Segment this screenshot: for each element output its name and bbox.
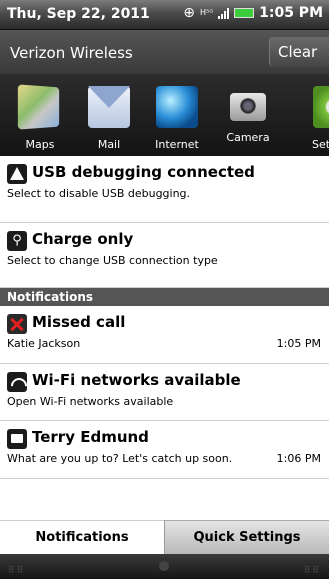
wifi-icon <box>7 372 27 392</box>
wifi-available-item[interactable]: Wi-Fi networks available Open Wi-Fi netw… <box>0 364 329 421</box>
app-label: Mail <box>97 138 121 151</box>
clear-button[interactable]: Clear <box>269 37 329 67</box>
app-label: Setti <box>312 138 329 151</box>
status-date: Thu, Sep 22, 2011 <box>7 6 150 22</box>
app-camera[interactable]: Camera <box>216 80 280 144</box>
message-item[interactable]: Terry Edmund What are you up to? Let's c… <box>0 421 329 479</box>
usb-debugging-icon <box>7 164 27 184</box>
item-title: Wi-Fi networks available <box>32 371 241 389</box>
tab-quick-settings[interactable]: Quick Settings <box>164 520 329 554</box>
mail-icon <box>88 86 130 128</box>
item-title: Terry Edmund <box>32 428 149 446</box>
app-shortcuts: Maps Mail Internet Camera Setti <box>0 74 329 156</box>
tab-bar: Notifications Quick Settings <box>0 520 329 554</box>
app-mail[interactable]: Mail <box>77 80 141 151</box>
tab-notifications[interactable]: Notifications <box>0 520 164 554</box>
item-title: Missed call <box>32 313 126 331</box>
status-icons: ⊕ H⁵ᴳ 1:05 PM <box>183 5 323 21</box>
missed-call-icon <box>7 314 27 334</box>
battery-icon <box>234 8 255 18</box>
item-title: Charge only <box>32 230 134 248</box>
settings-icon <box>313 86 329 128</box>
charge-only-item[interactable]: ⚲ Charge only Select to change USB conne… <box>0 223 329 288</box>
status-bar: Thu, Sep 22, 2011 ⊕ H⁵ᴳ 1:05 PM <box>0 0 329 30</box>
carrier-bar: Verizon Wireless Clear <box>0 30 329 74</box>
panel-drag-handle[interactable]: ⠿⠿ ⠿⠿ <box>0 554 329 579</box>
item-subtitle: Select to disable USB debugging. <box>7 187 191 200</box>
carrier-name: Verizon Wireless <box>10 44 133 62</box>
item-subtitle: Select to change USB connection type <box>7 254 218 267</box>
handle-knob-icon <box>159 561 169 571</box>
hsdpa-icon: H⁵ᴳ <box>199 8 214 17</box>
usb-debugging-item[interactable]: USB debugging connected Select to disabl… <box>0 156 329 223</box>
item-subtitle: Open Wi-Fi networks available <box>7 395 174 408</box>
status-time: 1:05 PM <box>259 5 323 21</box>
app-label: Camera <box>226 131 270 144</box>
maps-icon <box>17 84 60 130</box>
item-time: 1:06 PM <box>276 452 321 465</box>
internet-icon <box>156 86 198 128</box>
item-subtitle: What are you up to? Let's catch up soon. <box>7 452 233 465</box>
item-title: USB debugging connected <box>32 163 255 181</box>
usb-icon: ⚲ <box>7 231 27 251</box>
app-label: Internet <box>155 138 199 151</box>
app-settings[interactable]: Setti <box>283 80 329 151</box>
grip-dots-icon: ⠿⠿ <box>8 566 26 576</box>
camera-icon <box>230 93 266 121</box>
message-icon <box>7 429 27 449</box>
app-label: Maps <box>25 138 55 151</box>
missed-call-item[interactable]: Missed call Katie Jackson 1:05 PM <box>0 306 329 364</box>
app-internet[interactable]: Internet <box>145 80 209 151</box>
grip-dots-icon: ⠿⠿ <box>303 566 321 576</box>
gps-icon: ⊕ <box>183 5 195 21</box>
notification-list: USB debugging connected Select to disabl… <box>0 156 329 520</box>
item-subtitle: Katie Jackson <box>7 337 81 350</box>
item-time: 1:05 PM <box>276 337 321 350</box>
signal-icon <box>218 7 230 19</box>
notifications-section-header: Notifications <box>0 288 329 306</box>
app-maps[interactable]: Maps <box>8 80 72 151</box>
